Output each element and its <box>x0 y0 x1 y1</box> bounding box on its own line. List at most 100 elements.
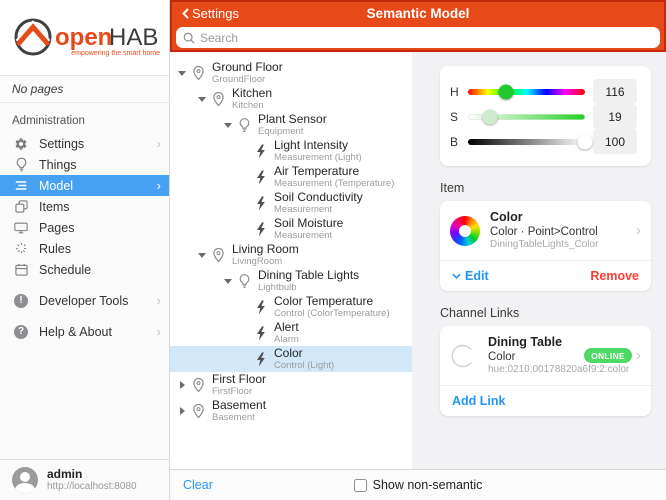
pages-display-icon <box>13 220 29 236</box>
chevron-right-icon: › <box>157 294 161 307</box>
tree-node-title: Basement <box>212 399 266 412</box>
chevron-right-icon: › <box>157 179 161 192</box>
tree-node-basement[interactable]: BasementBasement <box>170 398 412 424</box>
item-section-label: Item <box>440 181 651 195</box>
saturation-slider-knob[interactable] <box>483 109 498 124</box>
tree-node-color-selected[interactable]: ColorControl (Light) <box>170 346 412 372</box>
tree-node-soil-conductivity[interactable]: Soil ConductivityMeasurement <box>170 190 412 216</box>
collapse-arrow-icon[interactable] <box>176 407 188 415</box>
tree-node-alert[interactable]: AlertAlarm <box>170 320 412 346</box>
tree-node-title: Color Temperature <box>274 295 390 308</box>
tree-node-subtitle: Control (Light) <box>274 360 334 371</box>
tree-node-air-temperature[interactable]: Air TemperatureMeasurement (Temperature) <box>170 164 412 190</box>
developer-tools-icon: ! <box>13 293 29 309</box>
hue-slider-knob[interactable] <box>498 84 513 99</box>
remove-button[interactable]: Remove <box>590 269 639 283</box>
sidebar-item-label: Items <box>39 200 161 214</box>
user-avatar <box>12 467 38 493</box>
sidebar-item-things[interactable]: Things <box>0 154 169 175</box>
svg-text:HAB: HAB <box>109 24 158 51</box>
chevron-right-icon: › <box>636 347 641 364</box>
item-title: Color <box>490 210 632 225</box>
expand-arrow-icon[interactable] <box>196 253 208 258</box>
svg-text:open: open <box>55 24 112 51</box>
channel-placeholder-icon <box>450 342 478 370</box>
tree-node-title: Light Intensity <box>274 139 362 152</box>
sidebar-item-rules[interactable]: Rules <box>0 238 169 259</box>
tree-node-subtitle: Kitchen <box>232 100 272 111</box>
hue-value-box[interactable]: 116 <box>593 79 637 104</box>
tree-node-kitchen[interactable]: KitchenKitchen <box>170 86 412 112</box>
status-badge-online: ONLINE <box>584 348 632 363</box>
tree-node-color-temperature[interactable]: Color TemperatureControl (ColorTemperatu… <box>170 294 412 320</box>
back-to-settings-button[interactable]: Settings <box>182 6 239 21</box>
brightness-value-box[interactable]: 100 <box>593 129 637 154</box>
help-icon: ? <box>13 324 29 340</box>
expand-arrow-icon[interactable] <box>222 279 234 284</box>
back-button-label: Settings <box>192 6 239 21</box>
item-name: DiningTableLights_Color <box>490 239 632 251</box>
tree-node-title: Color <box>274 347 334 360</box>
tree-node-title: Air Temperature <box>274 165 394 178</box>
location-pin-icon <box>188 65 208 81</box>
add-link-button[interactable]: Add Link <box>452 394 505 408</box>
show-non-semantic-toggle[interactable]: Show non-semantic <box>354 478 483 492</box>
chevron-down-icon <box>452 273 461 279</box>
tree-node-subtitle: Lightbulb <box>258 282 359 293</box>
channel-link-row[interactable]: Dining Table Color hue:0210:00178820a6f9… <box>440 326 651 385</box>
tree-node-dining-table-lights[interactable]: Dining Table LightsLightbulb <box>170 268 412 294</box>
tree-node-title: Alert <box>274 321 299 334</box>
tree-node-title: Kitchen <box>232 87 272 100</box>
clear-button[interactable]: Clear <box>183 478 213 492</box>
chevron-right-icon: › <box>157 325 161 338</box>
sidebar-item-items[interactable]: Items <box>0 196 169 217</box>
sidebar-item-label: Things <box>39 158 161 172</box>
tree-node-subtitle: Control (ColorTemperature) <box>274 308 390 319</box>
edit-button[interactable]: Edit <box>452 269 489 283</box>
point-bolt-icon <box>250 352 270 367</box>
location-pin-icon <box>208 247 228 263</box>
tree-node-subtitle: Measurement <box>274 204 363 215</box>
tree-node-first-floor[interactable]: First FloorFirstFloor <box>170 372 412 398</box>
openhab-logo: open HAB empowering the smart home <box>0 0 169 76</box>
tree-node-subtitle: Equipment <box>258 126 327 137</box>
tree-node-ground-floor[interactable]: Ground FloorGroundFloor <box>170 60 412 86</box>
tree-node-title: Dining Table Lights <box>258 269 359 282</box>
saturation-slider-track[interactable] <box>468 114 585 120</box>
tree-node-light-intensity[interactable]: Light IntensityMeasurement (Light) <box>170 138 412 164</box>
semantic-model-tree: Ground FloorGroundFloor KitchenKitchen P… <box>170 52 412 469</box>
expand-arrow-icon[interactable] <box>196 97 208 102</box>
color-wheel-icon <box>450 216 480 246</box>
saturation-value-box[interactable]: 19 <box>593 104 637 129</box>
search-input[interactable] <box>200 31 653 45</box>
sidebar-item-model[interactable]: Model › <box>0 175 169 196</box>
item-type-and-semantics: Color · Point>Control <box>490 225 632 239</box>
expand-arrow-icon[interactable] <box>176 71 188 76</box>
tree-node-plant-sensor[interactable]: Plant SensorEquipment <box>170 112 412 138</box>
expand-arrow-icon[interactable] <box>222 123 234 128</box>
tree-node-soil-moisture[interactable]: Soil MoistureMeasurement <box>170 216 412 242</box>
sidebar-item-label: Model <box>39 179 157 193</box>
sidebar-item-schedule[interactable]: Schedule <box>0 259 169 280</box>
sidebar-item-developer-tools[interactable]: ! Developer Tools › <box>0 290 169 311</box>
sidebar-item-label: Schedule <box>39 263 161 277</box>
sidebar-item-help-about[interactable]: ? Help & About › <box>0 321 169 342</box>
tree-node-living-room[interactable]: Living RoomLivingRoom <box>170 242 412 268</box>
saturation-slider-label: S <box>450 110 464 124</box>
account-area[interactable]: admin http://localhost:8080 <box>0 459 169 500</box>
location-pin-icon <box>188 403 208 419</box>
brightness-slider-track[interactable] <box>468 139 585 145</box>
sidebar-item-label: Developer Tools <box>39 294 157 308</box>
sidebar-item-settings[interactable]: Settings › <box>0 133 169 154</box>
model-tree-icon <box>13 178 29 194</box>
hue-slider-track[interactable] <box>468 89 585 95</box>
sidebar-item-pages[interactable]: Pages <box>0 217 169 238</box>
collapse-arrow-icon[interactable] <box>176 381 188 389</box>
item-row[interactable]: Color Color · Point>Control DiningTableL… <box>440 201 651 260</box>
sidebar-item-label: Help & About <box>39 325 157 339</box>
tree-node-title: First Floor <box>212 373 266 386</box>
channel-uid: hue:0210:00178820a6f9:2:color <box>488 364 578 376</box>
brightness-slider-knob[interactable] <box>578 134 593 149</box>
show-non-semantic-checkbox[interactable] <box>354 479 367 492</box>
channel-links-card: Dining Table Color hue:0210:00178820a6f9… <box>440 326 651 416</box>
